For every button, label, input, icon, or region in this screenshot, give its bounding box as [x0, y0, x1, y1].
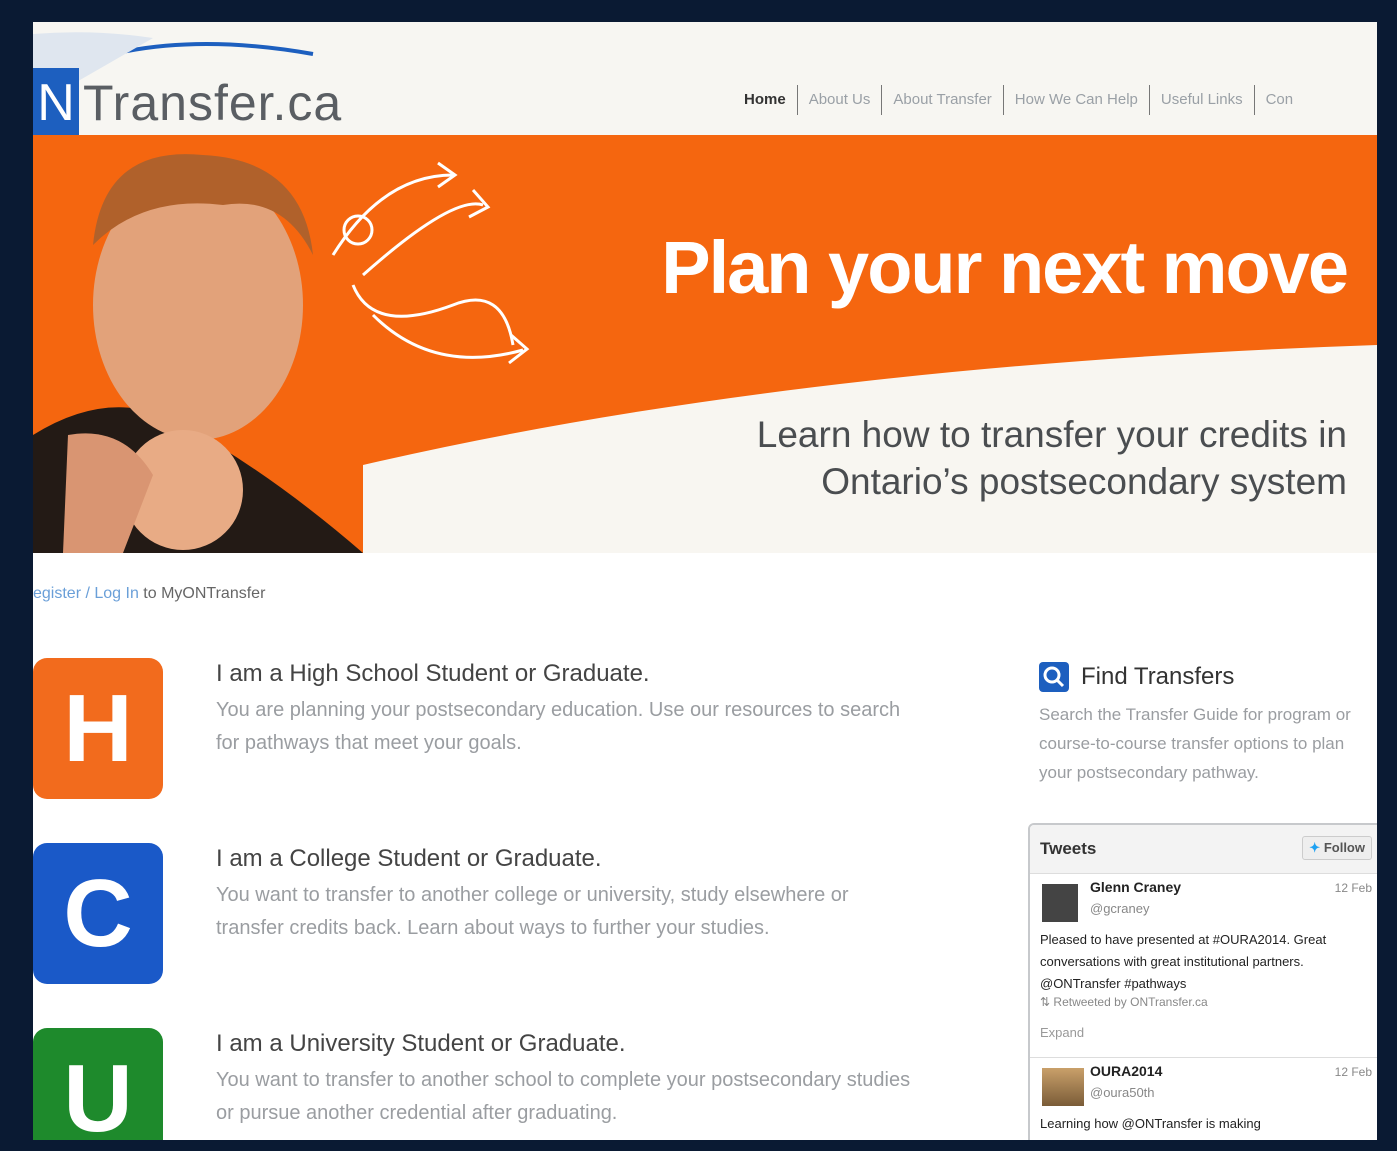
student-card-college[interactable]: C I am a College Student or Graduate. Yo… [33, 843, 993, 985]
card-description: You are planning your postsecondary educ… [216, 699, 901, 754]
register-link[interactable]: egister [33, 585, 81, 602]
avatar[interactable] [1042, 884, 1078, 922]
nav-how-we-can-help[interactable]: How We Can Help [1004, 84, 1149, 116]
tweet-item[interactable]: OURA2014 @oura50th 12 Feb Learning how @… [1030, 1058, 1377, 1140]
avatar[interactable] [1042, 1068, 1084, 1106]
search-icon[interactable] [1039, 662, 1069, 692]
tweet-author[interactable]: OURA2014 [1090, 1063, 1162, 1079]
nav-contact[interactable]: Con [1255, 84, 1305, 116]
card-title[interactable]: I am a University Student or Graduate. [216, 1030, 626, 1058]
login-link[interactable]: Log In [94, 585, 138, 602]
tweet-date[interactable]: 12 Feb [1335, 881, 1372, 895]
site-header: N Transfer.ca Home About Us About Transf… [33, 22, 1377, 138]
logo-letter: N [33, 68, 79, 138]
student-card-university[interactable]: U I am a University Student or Graduate.… [33, 1028, 993, 1140]
login-suffix: to MyONTransfer [138, 585, 266, 602]
university-badge[interactable]: U [33, 1028, 163, 1140]
browser-page: N Transfer.ca Home About Us About Transf… [33, 22, 1377, 1140]
tweets-header: Tweets ✦ Follow [1030, 825, 1377, 874]
tweet-body: Learning how @ONTransfer is making [1040, 1116, 1261, 1131]
tweet-author[interactable]: Glenn Craney [1090, 879, 1181, 895]
card-description: You want to transfer to another school t… [216, 1069, 911, 1124]
hero-title: Plan your next move [661, 226, 1349, 309]
college-badge[interactable]: C [33, 843, 163, 984]
tweet-item[interactable]: Glenn Craney @gcraney 12 Feb Pleased to … [1030, 874, 1377, 1058]
login-separator: / [81, 585, 95, 602]
tweet-handle[interactable]: @gcraney [1090, 901, 1149, 916]
nav-about-us[interactable]: About Us [798, 84, 882, 116]
find-transfers-text: Search the Transfer Guide for program or… [1039, 705, 1351, 782]
login-row: egister / Log In to MyONTransfer [33, 585, 265, 603]
nav-about-transfer[interactable]: About Transfer [882, 84, 1002, 116]
card-description: You want to transfer to another college … [216, 884, 849, 939]
hero-banner: Plan your next move Learn how to transfe… [33, 135, 1377, 553]
follow-button[interactable]: ✦ Follow [1302, 836, 1372, 860]
tweet-date[interactable]: 12 Feb [1335, 1065, 1372, 1079]
tweets-widget: Tweets ✦ Follow Glenn Craney @gcraney 12… [1028, 823, 1377, 1140]
expand-link[interactable]: Expand [1040, 1025, 1084, 1040]
tweet-body: Pleased to have presented at #OURA2014. … [1040, 932, 1327, 991]
student-photo [33, 135, 363, 553]
nav-useful-links[interactable]: Useful Links [1150, 84, 1254, 116]
tweet-handle[interactable]: @oura50th [1090, 1085, 1155, 1100]
main-nav: Home About Us About Transfer How We Can … [733, 84, 1304, 116]
high-school-badge[interactable]: H [33, 658, 163, 799]
card-title[interactable]: I am a High School Student or Graduate. [216, 660, 650, 688]
retweet-icon: ⇅ [1040, 995, 1051, 1009]
twitter-bird-icon: ✦ [1309, 840, 1321, 855]
logo-text: Transfer.ca [83, 75, 343, 131]
retweet-info: ⇅ Retweeted by ONTransfer.ca [1040, 995, 1208, 1009]
hero-subtitle: Learn how to transfer your credits in On… [756, 414, 1347, 502]
nav-home[interactable]: Home [733, 84, 797, 116]
find-transfers-title[interactable]: Find Transfers [1081, 662, 1234, 692]
card-title[interactable]: I am a College Student or Graduate. [216, 845, 602, 873]
student-card-high-school[interactable]: H I am a High School Student or Graduate… [33, 658, 993, 800]
tweets-title: Tweets [1040, 839, 1097, 858]
follow-label: Follow [1323, 840, 1365, 855]
retweet-text: Retweeted by ONTransfer.ca [1053, 995, 1208, 1009]
